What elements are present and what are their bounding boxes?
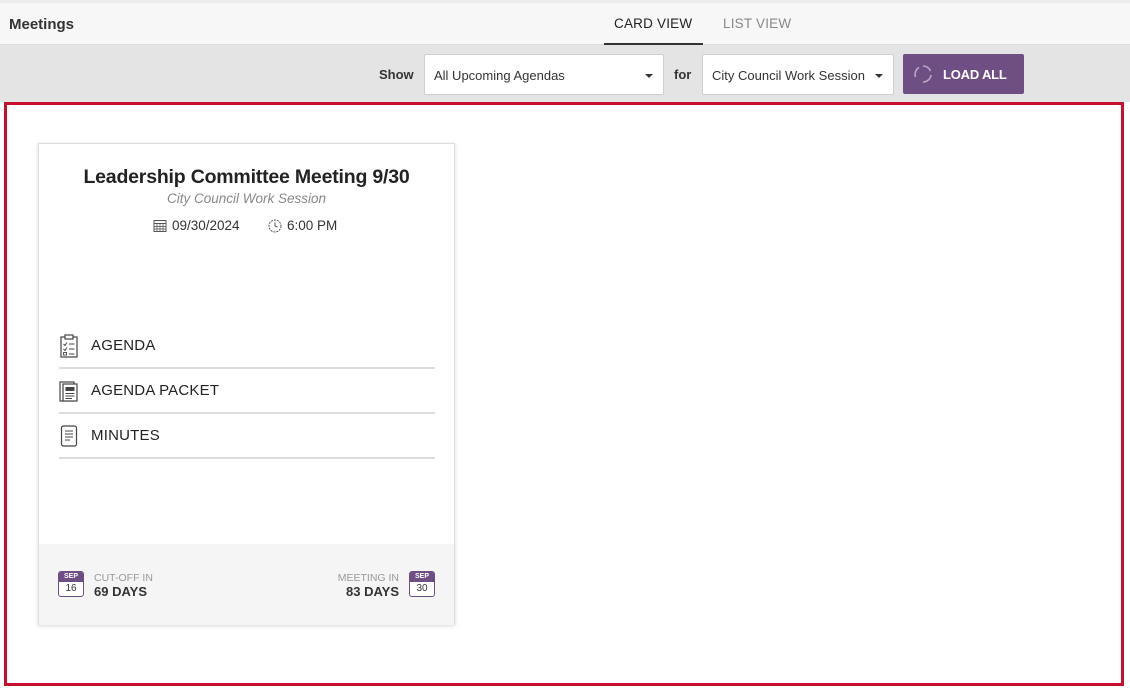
cutoff-days: 69 DAYS xyxy=(94,584,147,599)
meeting-calendar-icon: SEP 30 xyxy=(409,571,435,597)
meeting-title[interactable]: Leadership Committee Meeting 9/30 xyxy=(39,166,454,189)
meeting-type-select[interactable]: City Council Work Session xyxy=(702,54,894,95)
refresh-icon xyxy=(914,65,932,83)
meeting-type: City Council Work Session xyxy=(166,191,327,206)
filter-bar: Show All Upcoming Agendas for City Counc… xyxy=(0,45,1130,102)
load-all-label: LOAD ALL xyxy=(943,67,1007,82)
meeting-day: 30 xyxy=(416,583,428,594)
meeting-date-text: 09/30/2024 xyxy=(172,218,240,233)
meeting-time-text: 6:00 PM xyxy=(287,218,338,233)
document-lines-icon xyxy=(60,424,78,447)
minutes-link-label: MINUTES xyxy=(91,427,160,444)
card-footer: SEP 16 CUT-OFF IN 69 DAYS MEETING IN 83 … xyxy=(39,544,454,625)
chevron-down-icon xyxy=(875,74,883,78)
top-navigation-bar: Meetings CARD VIEW LIST VIEW xyxy=(0,0,1130,45)
tab-list-view[interactable]: LIST VIEW xyxy=(723,16,791,31)
page-title: Meetings xyxy=(9,16,75,33)
tab-card-view[interactable]: CARD VIEW xyxy=(614,16,692,31)
agenda-link[interactable]: AGENDA xyxy=(59,324,435,369)
cutoff-month: SEP xyxy=(59,572,83,582)
meeting-month: SEP xyxy=(410,572,434,582)
for-label: for xyxy=(674,67,692,82)
meeting-date: 09/30/2024 xyxy=(153,218,240,233)
meeting-caption: MEETING IN xyxy=(337,572,399,584)
agenda-filter-value: All Upcoming Agendas xyxy=(434,68,565,83)
meeting-card: Leadership Committee Meeting 9/30 City C… xyxy=(38,143,455,625)
show-label: Show xyxy=(379,67,414,82)
meeting-type-value: City Council Work Session xyxy=(712,68,865,83)
cutoff-caption: CUT-OFF IN xyxy=(94,572,153,584)
document-stack-icon xyxy=(59,380,78,402)
minutes-link[interactable]: MINUTES xyxy=(59,414,435,459)
cutoff-calendar-icon: SEP 16 xyxy=(58,571,84,597)
clipboard-checklist-icon xyxy=(60,333,78,358)
agenda-link-label: AGENDA xyxy=(91,337,156,354)
agenda-packet-link-label: AGENDA PACKET xyxy=(91,382,220,399)
chevron-down-icon xyxy=(645,74,653,78)
cutoff-day: 16 xyxy=(65,583,77,594)
agenda-filter-select[interactable]: All Upcoming Agendas xyxy=(424,54,664,95)
clock-icon xyxy=(268,219,282,232)
meeting-time: 6:00 PM xyxy=(268,218,337,233)
calendar-icon xyxy=(153,219,167,232)
agenda-packet-link[interactable]: AGENDA PACKET xyxy=(59,369,435,414)
load-all-button[interactable]: LOAD ALL xyxy=(903,54,1024,94)
meeting-days: 83 DAYS xyxy=(346,584,399,599)
